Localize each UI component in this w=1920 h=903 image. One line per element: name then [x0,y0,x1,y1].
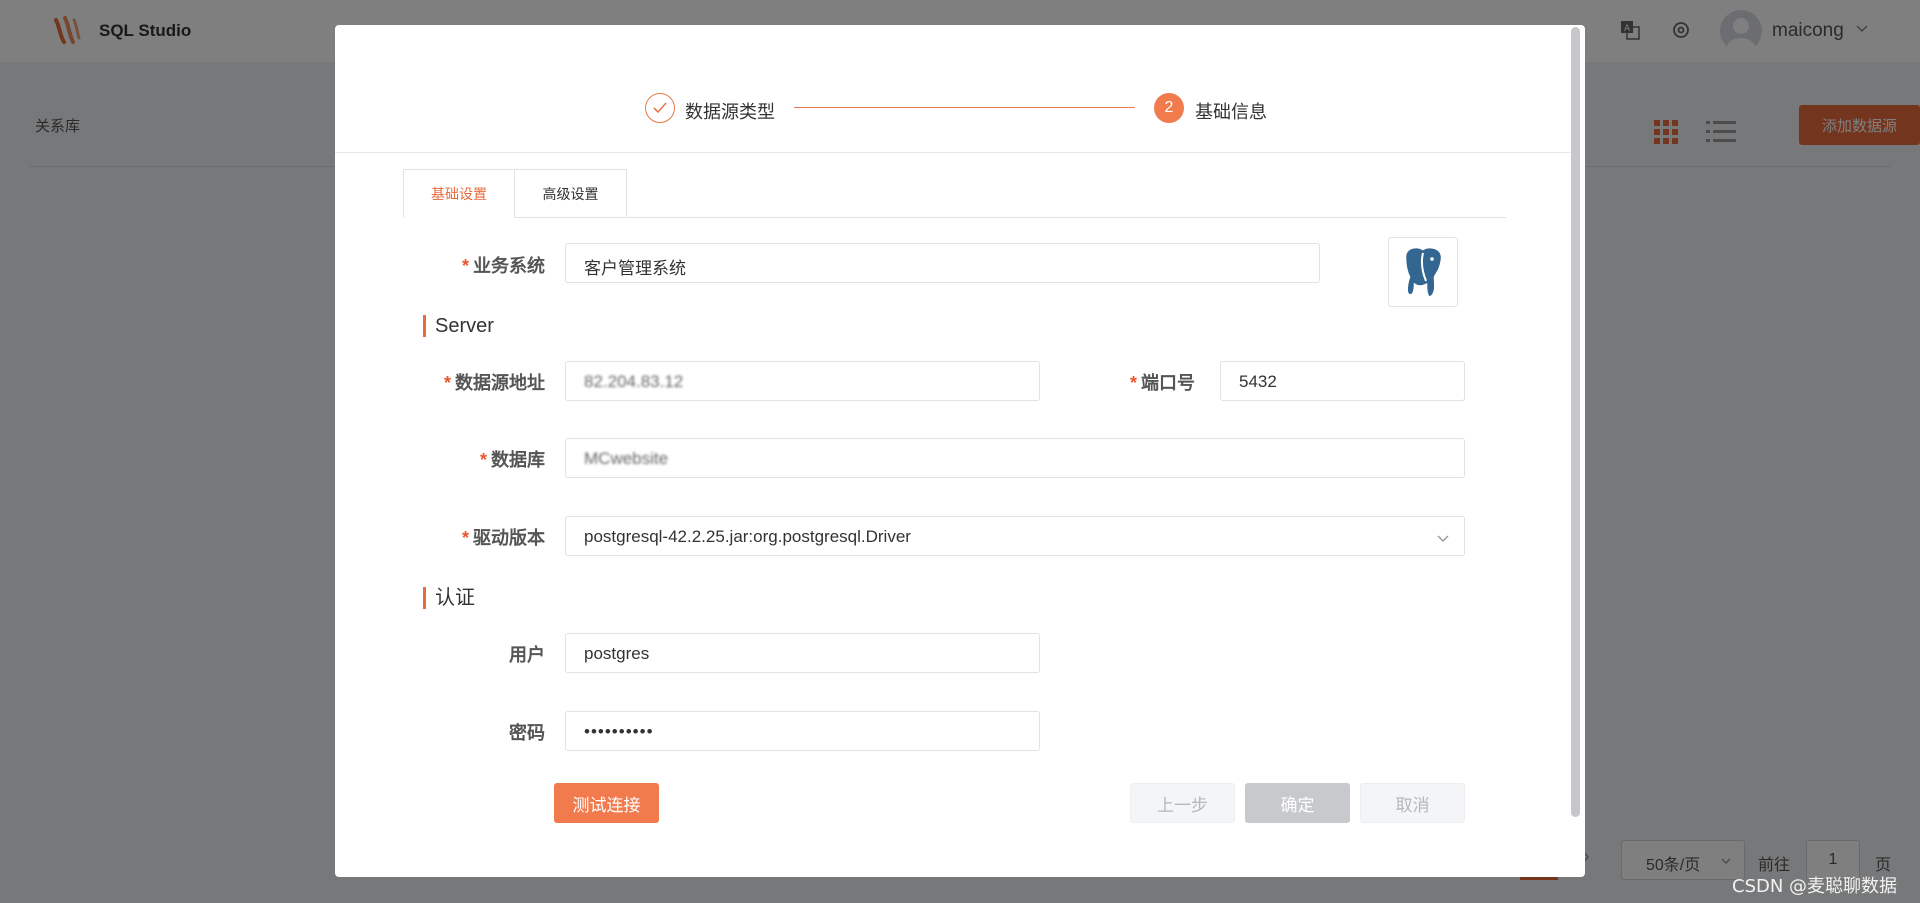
business-system-label: * 业务系统 [461,256,545,276]
host-label: * 数据源地址 [443,373,545,393]
required-mark: * [461,256,469,276]
host-input[interactable]: 82.204.83.12 [565,361,1040,401]
required-mark: * [479,450,487,470]
required-mark: * [1129,373,1137,393]
database-label: * 数据库 [479,450,545,470]
cancel-button[interactable]: 取消 [1360,783,1465,823]
section-server: Server [423,315,494,337]
database-input[interactable]: MCwebsite [565,438,1465,478]
section-auth: 认证 [423,587,475,609]
host-value: 82.204.83.12 [584,372,684,391]
confirm-button[interactable]: 确定 [1245,783,1350,823]
add-datasource-dialog: 数据源类型 2 基础信息 基础设置 高级设置 * 业务系统 客户管理系统 Serv… [335,25,1585,877]
user-input[interactable]: postgres [565,633,1040,673]
required-mark: * [461,528,469,548]
driver-label: * 驱动版本 [461,528,545,548]
chevron-down-icon [1436,531,1450,551]
database-value: MCwebsite [584,449,669,468]
test-connection-button[interactable]: 测试连接 [554,783,659,823]
port-label: * 端口号 [1129,373,1195,393]
wizard-steps: 数据源类型 2 基础信息 [335,25,1571,153]
step-datasource-type: 数据源类型 [685,102,775,122]
user-label: 用户 [509,645,545,665]
watermark: CSDN @麦聪聊数据 [1732,876,1898,897]
postgresql-elephant-icon [1388,237,1458,307]
previous-step-button[interactable]: 上一步 [1130,783,1235,823]
step-number: 2 [1154,93,1184,123]
step-connector [794,107,1135,108]
password-input[interactable]: •••••••••• [565,711,1040,751]
tab-advanced-settings[interactable]: 高级设置 [514,169,627,218]
driver-select[interactable]: postgresql-42.2.25.jar:org.postgresql.Dr… [565,516,1465,556]
check-icon [645,93,675,123]
required-mark: * [443,373,451,393]
tab-basic-settings[interactable]: 基础设置 [403,169,515,218]
driver-value: postgresql-42.2.25.jar:org.postgresql.Dr… [584,527,911,546]
business-system-input[interactable]: 客户管理系统 [565,243,1320,283]
step-basic-info: 基础信息 [1195,102,1267,122]
password-label: 密码 [509,723,545,743]
port-input[interactable]: 5432 [1220,361,1465,401]
dialog-scrollbar[interactable] [1571,27,1580,817]
